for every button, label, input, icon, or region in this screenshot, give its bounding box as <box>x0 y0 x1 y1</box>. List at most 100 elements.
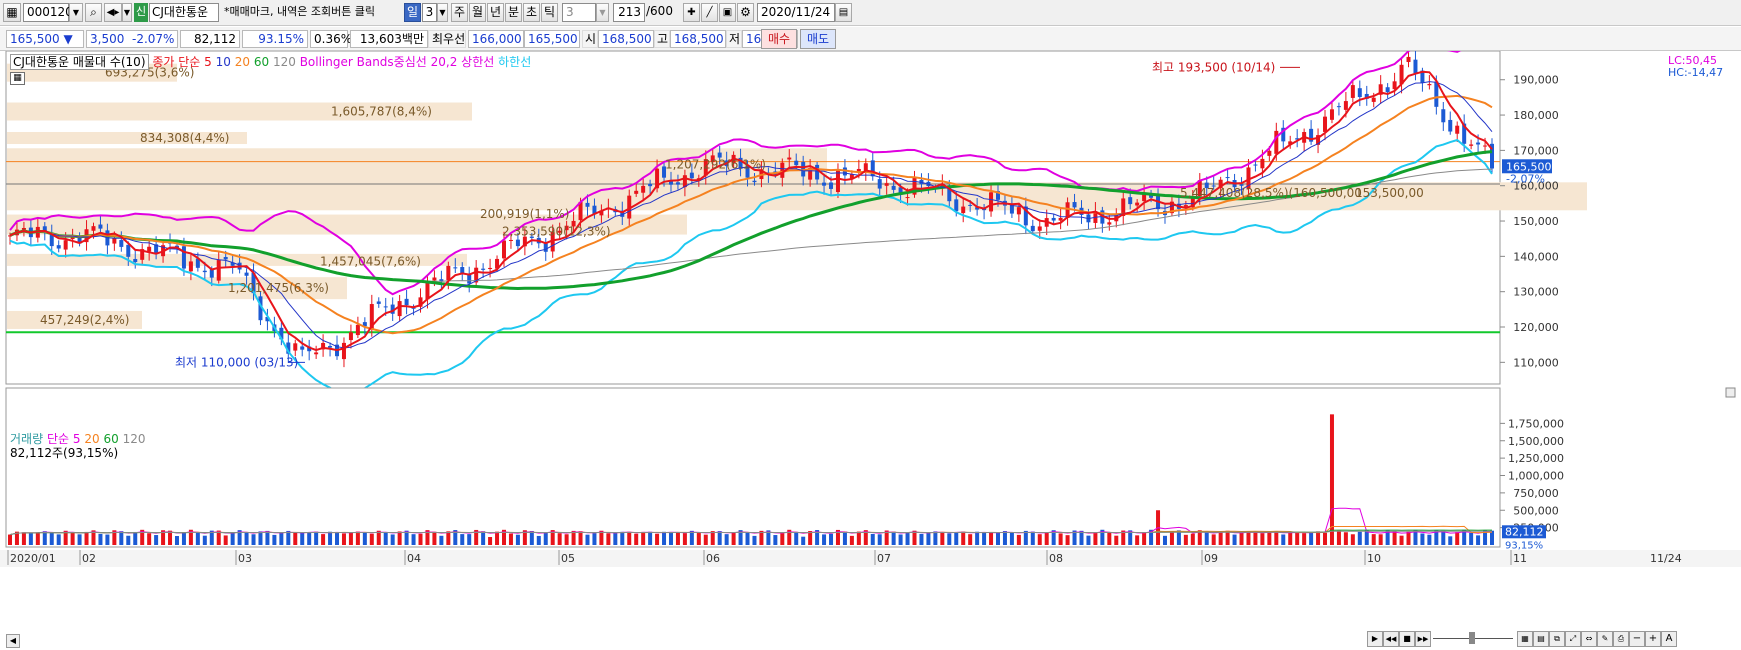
crosshair-icon[interactable]: ✚ <box>683 3 700 22</box>
volume-bar <box>105 534 110 545</box>
volume-bar <box>119 531 124 545</box>
volume-pane-close-icon <box>1725 387 1736 398</box>
ma10-legend[interactable]: 10 <box>216 55 231 69</box>
volume-bar <box>307 532 312 545</box>
volume-bar <box>905 532 910 545</box>
stock-chart[interactable]: 190,000180,000170,000160,000150,000140,0… <box>0 51 1741 650</box>
scroll-back-icon[interactable]: ◀ <box>6 634 20 648</box>
scroll-last-icon[interactable]: ▶▶ <box>1415 631 1431 647</box>
volume-bar <box>383 532 388 545</box>
sell-button[interactable]: 매도 <box>800 29 836 49</box>
volume-bar <box>696 533 701 545</box>
fit-icon[interactable]: ⇔ <box>1581 631 1597 647</box>
arrange-icon[interactable]: ⤢ <box>1565 631 1581 647</box>
gear-icon[interactable]: ⚙ <box>737 3 754 22</box>
tick-count-input[interactable]: 3 <box>562 3 596 22</box>
bollinger-upper-legend[interactable]: 상한선 <box>461 55 494 69</box>
period-minute-button[interactable]: 분 <box>505 3 522 22</box>
font-size-icon[interactable]: A <box>1661 631 1677 647</box>
candle-body <box>425 282 430 300</box>
print-icon[interactable]: ⎙ <box>1613 631 1629 647</box>
volume-bar <box>21 532 26 545</box>
change-percent: -2.07% <box>132 32 175 46</box>
volume-profile-legend[interactable]: CJ대한통운 매물대 수(10) <box>10 54 149 70</box>
volume-bar <box>1336 530 1341 545</box>
zoom-slider[interactable] <box>1433 631 1513 645</box>
volume-profile-label: 5,447,408(28,5%)(160,500,00 <box>1180 186 1362 200</box>
candle-body <box>1469 144 1474 146</box>
save-icon[interactable]: ▣ <box>719 3 736 22</box>
stop-icon[interactable]: ■ <box>1399 631 1415 647</box>
candle-body <box>1267 150 1272 156</box>
candle-body <box>1336 106 1341 108</box>
buy-button[interactable]: 매수 <box>761 29 797 49</box>
volume-profile-label: 1,201,475(6,3%) <box>228 281 329 295</box>
period-tick-button[interactable]: 틱 <box>541 3 558 22</box>
ma20-legend[interactable]: 20 <box>235 55 250 69</box>
volume-bar <box>627 531 632 545</box>
compare-icon[interactable]: ⧉ <box>1549 631 1565 647</box>
ma60-legend[interactable]: 60 <box>254 55 269 69</box>
candle-body <box>56 245 61 249</box>
ma120-legend[interactable]: 120 <box>273 55 296 69</box>
candle-body <box>328 345 333 348</box>
close-ma-legend[interactable]: 종가 단순 <box>152 55 200 69</box>
volume-bar <box>418 533 423 545</box>
pen-icon[interactable]: ✎ <box>1597 631 1613 647</box>
volume-bar <box>481 531 486 545</box>
scroll-first-icon[interactable]: ◀◀ <box>1383 631 1399 647</box>
volume-bar <box>515 534 520 545</box>
stock-code-input[interactable]: 000120 <box>23 3 73 22</box>
stock-name-field[interactable]: CJ대한통운 <box>149 3 219 22</box>
bollinger-legend[interactable]: Bollinger Bands중심선 20,2 <box>300 55 458 69</box>
ma5-legend[interactable]: 5 <box>204 55 212 69</box>
volume-bar <box>1114 535 1119 545</box>
month-label: 07 <box>877 552 891 565</box>
chart-settings-icon[interactable]: ▦ <box>3 3 21 22</box>
volume-bar <box>1225 530 1230 545</box>
vol-ma120-legend[interactable]: 120 <box>123 432 146 446</box>
volume-bar <box>286 530 291 545</box>
data-count-input[interactable]: 213 <box>613 3 645 22</box>
tick-count-dropdown-icon[interactable]: ▼ <box>596 3 609 22</box>
stock-code-dropdown-icon[interactable]: ▼ <box>69 3 83 22</box>
price-axis-label: 140,000 <box>1513 250 1559 263</box>
candle-body <box>1329 109 1334 120</box>
current-price: 165,500 ▼ <box>6 30 84 48</box>
history-dropdown-icon[interactable]: ▼ <box>122 3 132 22</box>
period-year-button[interactable]: 년 <box>487 3 504 22</box>
volume-bar <box>56 534 61 545</box>
zoom-out-icon[interactable]: − <box>1629 631 1645 647</box>
volume-bar <box>1329 414 1334 545</box>
day-multiplier-dropdown-icon[interactable]: ▼ <box>437 3 448 22</box>
period-week-button[interactable]: 주 <box>451 3 468 22</box>
scroll-left-icon[interactable]: ▶ <box>1367 631 1383 647</box>
volume-bar <box>745 532 750 545</box>
volume-bar <box>1455 532 1460 545</box>
period-day-button[interactable]: 일 <box>404 3 421 22</box>
volume-bar <box>446 531 451 545</box>
turnover-percent: 0.36% <box>310 30 352 48</box>
prev-stock-icon[interactable]: ◀▸ <box>104 3 122 22</box>
bollinger-lower-legend[interactable]: 하한선 <box>498 55 531 69</box>
date-input[interactable]: 2020/11/24 <box>757 3 835 22</box>
period-second-button[interactable]: 초 <box>523 3 540 22</box>
volume-bar <box>703 534 708 545</box>
candle-body <box>891 185 896 190</box>
candle-body <box>147 246 152 252</box>
grid-toggle-icon[interactable]: ▦ <box>10 72 25 85</box>
chart-layout-icon[interactable]: ▦ <box>1517 631 1533 647</box>
volume-bar <box>195 532 200 545</box>
day-multiplier[interactable]: 3 <box>422 3 437 22</box>
drawing-tool-icon[interactable]: ╱ <box>701 3 718 22</box>
calendar-icon[interactable]: ▤ <box>835 3 852 22</box>
zoom-in-icon[interactable]: + <box>1645 631 1661 647</box>
price-legend: CJ대한통운 매물대 수(10) 종가 단순 5 10 20 60 120 Bo… <box>10 53 531 70</box>
candle-body <box>383 306 388 308</box>
period-month-button[interactable]: 월 <box>469 3 486 22</box>
price-axis-label: 180,000 <box>1513 109 1559 122</box>
volume-bar <box>42 531 47 545</box>
search-icon[interactable]: ⌕ <box>85 3 102 22</box>
candle-body <box>1037 226 1042 231</box>
split-icon[interactable]: ▤ <box>1533 631 1549 647</box>
